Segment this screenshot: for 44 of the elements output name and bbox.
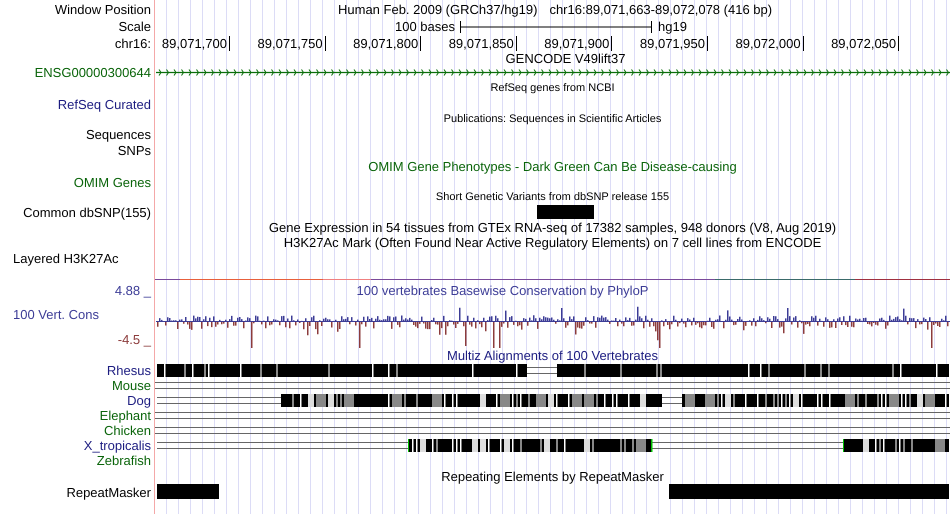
track-label[interactable]: OMIM Genes <box>74 175 151 190</box>
ruler-tick-label: 89,071,850 <box>421 36 517 50</box>
scale-assembly: hg19 <box>658 19 687 34</box>
species-label[interactable]: Chicken <box>104 423 151 438</box>
group-label: Sequences <box>86 127 151 142</box>
species-label[interactable]: Elephant <box>100 408 151 423</box>
scale-bar-label: 100 bases <box>395 19 455 34</box>
track-title: GENCODE V49lift37 <box>506 50 626 66</box>
ruler-tick-label: 89,072,050 <box>804 36 900 50</box>
ruler-tick-label: 89,071,750 <box>230 36 326 50</box>
track-title: Multiz Alignments of 100 Vertebrates <box>446 348 658 363</box>
ruler-tick-label: 89,071,950 <box>612 36 708 50</box>
species-label[interactable]: Rhesus <box>106 363 151 378</box>
ruler-tick-label: 89,071,800 <box>326 36 422 50</box>
track-title: 100 vertebrates Basewise Conservation by PhyloP <box>356 283 648 298</box>
track-title: H3K27Ac Mark (Often Found Near Active Regulatory Elements) on 7 cell lines from ENCODE <box>284 235 822 250</box>
track-title: OMIM Gene Phenotypes - Dark Green Can Be Disease-causing <box>368 159 737 174</box>
axis-max-label: 4.88 _ <box>114 283 151 298</box>
track-label[interactable]: ENSG00000300644 <box>34 65 151 80</box>
track-title: Publications: Sequences in Scientific Articles <box>444 112 662 127</box>
row-label: Scale <box>118 19 151 34</box>
track-label[interactable]: RepeatMasker <box>66 484 151 500</box>
track-title: Short Genetic Variants from dbSNP release 155 <box>436 190 670 204</box>
track-title: Gene Expression in 54 tissues from GTEx RNA-seq of 17382 samples, 948 donors (V8, Aug 2019) <box>268 220 836 235</box>
ruler-tick-label: 89,072,000 <box>708 36 804 50</box>
species-label[interactable]: Mouse <box>112 378 151 393</box>
species-label[interactable]: X_tropicalis <box>84 438 151 453</box>
position-title: chr16:89,071,663-89,072,078 (416 bp) <box>549 2 772 16</box>
gene-drawing[interactable] <box>156 69 950 76</box>
track-title: RefSeq genes from NCBI <box>490 80 615 96</box>
axis-min-label: -4.5 _ <box>118 332 151 347</box>
species-label[interactable]: Zebrafish <box>96 453 151 468</box>
track-label[interactable]: Layered H3K27Ac <box>13 250 119 266</box>
assembly-title: Human Feb. 2009 (GRCh37/hg19) <box>338 2 538 16</box>
group-label: SNPs <box>118 142 151 158</box>
track-title: Repeating Elements by RepeatMasker <box>441 468 664 484</box>
ruler-tick-label: 89,071,900 <box>516 36 612 50</box>
species-label[interactable]: Dog <box>127 393 151 408</box>
track-label[interactable]: 100 Vert. Cons <box>13 307 99 322</box>
row-label: Window Position <box>54 2 151 16</box>
track-label[interactable]: Common dbSNP(155) <box>23 204 151 220</box>
track-label[interactable]: RefSeq Curated <box>58 96 151 112</box>
ruler-tick-label: 89,071,700 <box>155 36 230 50</box>
row-label: chr16: <box>114 36 151 50</box>
